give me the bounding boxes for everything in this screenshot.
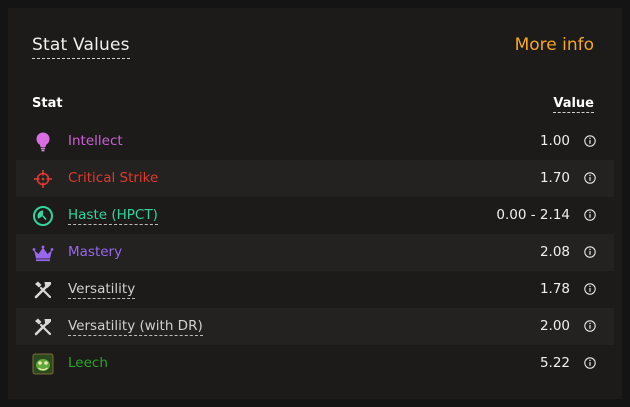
stat-row-versatility: Versatility 1.78 xyxy=(16,271,614,308)
stat-name: Critical Strike xyxy=(68,170,159,186)
panel-title[interactable]: Stat Values xyxy=(32,34,130,59)
stat-row-haste: Haste (HPCT) 0.00 - 2.14 xyxy=(16,197,614,234)
stat-value: 0.00 - 2.14 xyxy=(496,207,570,223)
stat-name: Intellect xyxy=(68,133,123,149)
clock-icon xyxy=(33,206,53,226)
leech-icon xyxy=(32,353,54,375)
stat-name: Leech xyxy=(68,355,108,371)
info-icon[interactable] xyxy=(584,209,596,221)
info-icon[interactable] xyxy=(584,320,596,332)
crown-icon xyxy=(32,245,54,262)
stat-row-versatility-with-dr: Versatility (with DR) 2.00 xyxy=(16,308,614,345)
stat-value: 2.00 xyxy=(539,318,570,334)
tools-icon xyxy=(34,281,52,299)
stat-name[interactable]: Versatility (with DR) xyxy=(68,318,203,336)
stat-value: 1.70 xyxy=(539,170,570,186)
stat-row-leech: Leech 5.22 xyxy=(16,345,614,382)
stat-name[interactable]: Haste (HPCT) xyxy=(68,207,158,225)
stat-name: Mastery xyxy=(68,244,123,260)
column-header-stat: Stat xyxy=(32,96,63,111)
info-icon[interactable] xyxy=(584,246,596,258)
stat-value: 2.08 xyxy=(539,244,570,260)
tools-icon xyxy=(34,318,52,336)
stat-value: 5.22 xyxy=(539,355,570,371)
more-info-link[interactable]: More info xyxy=(515,34,594,56)
stat-values-panel: Stat Values More info Stat Value Intelle… xyxy=(8,8,622,399)
info-icon[interactable] xyxy=(584,357,596,369)
stat-name[interactable]: Versatility xyxy=(68,281,136,299)
stat-row-mastery: Mastery 2.08 xyxy=(16,234,614,271)
lightbulb-icon xyxy=(36,132,50,152)
stat-value: 1.78 xyxy=(539,281,570,297)
stat-row-critical-strike: Critical Strike 1.70 xyxy=(16,160,614,197)
panel-header: Stat Values More info xyxy=(32,34,594,64)
table-header: Stat Value xyxy=(32,94,594,116)
stat-table-body: Intellect 1.00 Critical Strike 1.70 Hast… xyxy=(16,123,614,382)
info-icon[interactable] xyxy=(584,283,596,295)
info-icon[interactable] xyxy=(584,135,596,147)
crosshair-icon xyxy=(34,170,52,188)
column-header-value[interactable]: Value xyxy=(553,96,594,113)
stat-row-intellect: Intellect 1.00 xyxy=(16,123,614,160)
info-icon[interactable] xyxy=(584,172,596,184)
stat-value: 1.00 xyxy=(539,133,570,149)
